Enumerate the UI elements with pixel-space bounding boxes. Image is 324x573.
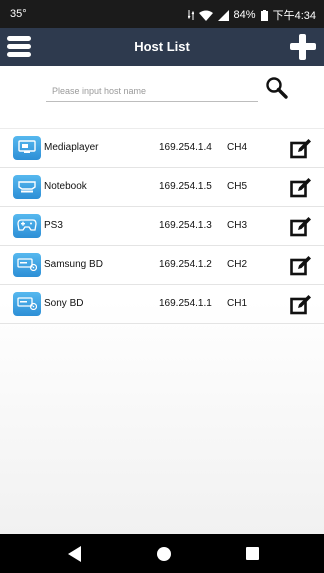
home-circle-icon[interactable] [157,547,171,561]
status-bar: 35° 84% 下午4:34 [0,0,324,28]
app-bar: Host List [0,28,324,66]
edit-icon [290,178,311,198]
host-channel: CH1 [227,298,248,309]
edit-host-button[interactable] [290,295,312,315]
host-ip: 169.254.1.2 [159,259,212,270]
host-ip: 169.254.1.5 [159,181,212,192]
temperature-text: 35° [10,8,27,20]
host-ip: 169.254.1.4 [159,142,212,153]
signal-icon [217,9,229,21]
edit-host-button[interactable] [290,178,312,198]
data-transfer-icon [187,10,194,20]
status-icons: 84% 下午4:34 [187,7,316,23]
host-ip: 169.254.1.3 [159,220,212,231]
host-list: Mediaplayer 169.254.1.4 CH4 Notebook 169… [0,128,324,324]
system-nav-bar [0,534,324,573]
host-row-mediaplayer[interactable]: Mediaplayer 169.254.1.4 CH4 [0,128,324,168]
battery-icon [260,9,268,21]
edit-icon [290,139,311,159]
back-triangle-icon[interactable] [68,546,82,562]
edit-icon [290,256,311,276]
host-channel: CH2 [227,259,248,270]
search-icon [266,77,288,99]
edit-icon [290,217,311,237]
host-row-notebook[interactable]: Notebook 169.254.1.5 CH5 [0,168,324,207]
clock: 下午4:34 [272,10,316,22]
page-title: Host List [134,39,190,54]
host-name: PS3 [44,220,63,231]
recent-apps-square-icon[interactable] [246,547,259,560]
search-input[interactable] [46,81,258,102]
edit-icon [290,295,311,315]
gamepad-icon [13,214,41,238]
host-row-ps3[interactable]: PS3 169.254.1.3 CH3 [0,207,324,246]
host-name: Sony BD [44,298,84,309]
edit-host-button[interactable] [290,256,312,276]
host-name: Samsung BD [44,259,103,270]
add-host-button[interactable] [288,32,318,62]
main-content: Mediaplayer 169.254.1.4 CH4 Notebook 169… [0,66,324,534]
edit-host-button[interactable] [290,217,312,237]
hdmi-notebook-icon [13,175,41,199]
bluray-player-icon [13,292,41,316]
bluray-player-icon [13,253,41,277]
search-button[interactable] [265,76,289,100]
host-channel: CH3 [227,220,248,231]
wifi-icon [198,10,213,21]
host-name: Notebook [44,181,87,192]
mediaplayer-icon [13,136,41,160]
battery-percent: 84% [233,9,256,21]
host-name: Mediaplayer [44,142,99,153]
host-row-sony-bd[interactable]: Sony BD 169.254.1.1 CH1 [0,285,324,324]
edit-host-button[interactable] [290,139,312,159]
host-channel: CH5 [227,181,248,192]
host-channel: CH4 [227,142,248,153]
host-row-samsung-bd[interactable]: Samsung BD 169.254.1.2 CH2 [0,246,324,285]
host-ip: 169.254.1.1 [159,298,212,309]
